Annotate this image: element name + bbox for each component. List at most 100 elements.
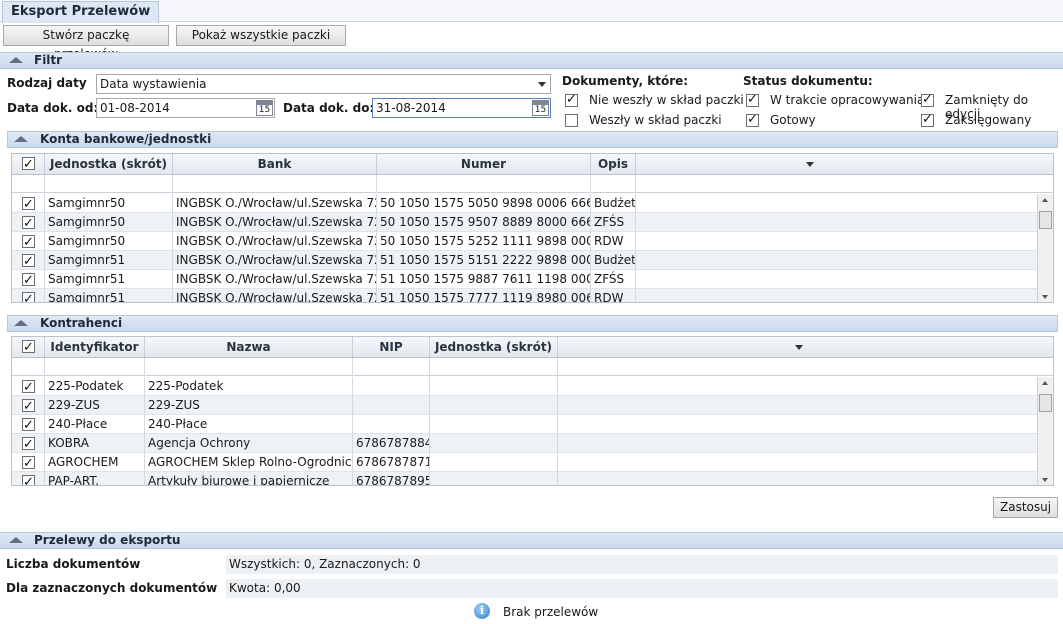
cell-nip: 6786787871 bbox=[353, 453, 430, 472]
collapse-icon[interactable] bbox=[9, 537, 23, 543]
table-row[interactable]: KOBRAAgencja Ochrony6786787884 bbox=[12, 434, 1038, 453]
column-header-name[interactable]: Nazwa bbox=[145, 337, 353, 357]
table-row[interactable]: Samgimnr51INGBSK O./Wrocław/ul.Szewska 7… bbox=[12, 270, 1038, 289]
column-header-number[interactable]: Numer bbox=[377, 154, 591, 174]
scroll-down-icon[interactable] bbox=[1042, 295, 1048, 299]
row-checkbox[interactable] bbox=[22, 435, 35, 453]
column-header-bank[interactable]: Bank bbox=[173, 154, 377, 174]
row-checkbox[interactable] bbox=[22, 252, 35, 270]
table-row[interactable]: Samgimnr51INGBSK O./Wrocław/ul.Szewska 7… bbox=[12, 289, 1038, 302]
filter-cell[interactable] bbox=[591, 175, 636, 193]
contractors-filter-row bbox=[12, 358, 1053, 376]
select-all-checkbox[interactable] bbox=[22, 155, 35, 175]
checkbox-status-in-progress[interactable] bbox=[746, 92, 759, 107]
collapse-icon[interactable] bbox=[14, 136, 28, 142]
table-row[interactable]: 229-ZUS229-ZUS bbox=[12, 396, 1038, 415]
collapse-icon[interactable] bbox=[9, 57, 23, 63]
scroll-down-icon[interactable] bbox=[1042, 478, 1048, 482]
row-checkbox[interactable] bbox=[22, 271, 35, 289]
row-checkbox[interactable] bbox=[22, 397, 35, 415]
cell-name: Artykuły biurowe i papiernicze bbox=[145, 472, 353, 485]
filter-cell bbox=[12, 358, 45, 376]
show-batches-button[interactable]: Pokaż wszystkie paczki bbox=[176, 25, 346, 46]
table-row[interactable]: 225-Podatek225-Podatek bbox=[12, 377, 1038, 396]
scroll-up-icon[interactable] bbox=[1042, 198, 1048, 202]
calendar-icon[interactable]: 15 bbox=[532, 100, 549, 116]
row-checkbox[interactable] bbox=[22, 378, 35, 396]
empty-message: Brak przelewów bbox=[503, 605, 599, 619]
table-row[interactable]: Samgimnr50INGBSK O./Wrocław/ul.Szewska 7… bbox=[12, 213, 1038, 232]
row-checkbox-cell bbox=[12, 377, 45, 396]
filter-cell[interactable] bbox=[45, 175, 173, 193]
cell-unit bbox=[430, 396, 558, 415]
accounts-filter-row bbox=[12, 175, 1053, 193]
scroll-thumb[interactable] bbox=[1039, 211, 1052, 229]
row-checkbox[interactable] bbox=[22, 290, 35, 302]
scroll-thumb[interactable] bbox=[1039, 394, 1052, 412]
table-row[interactable]: Samgimnr50INGBSK O./Wrocław/ul.Szewska 7… bbox=[12, 232, 1038, 251]
cell-name: 225-Podatek bbox=[145, 377, 353, 396]
cell-nip: 6786787895 bbox=[353, 472, 430, 485]
checkbox-status-ready[interactable] bbox=[746, 112, 759, 127]
chevron-down-icon[interactable] bbox=[538, 82, 546, 87]
filter-cell[interactable] bbox=[377, 175, 591, 193]
date-type-select[interactable]: Data wystawienia bbox=[96, 74, 551, 94]
export-panel-header[interactable]: Przelewy do eksportu bbox=[0, 532, 1063, 549]
apply-button[interactable]: Zastosuj bbox=[993, 497, 1058, 518]
row-checkbox[interactable] bbox=[22, 233, 35, 251]
row-checkbox[interactable] bbox=[22, 454, 35, 472]
accounts-scrollbar[interactable] bbox=[1037, 194, 1053, 302]
column-menu-icon[interactable] bbox=[795, 345, 803, 350]
filter-cell[interactable] bbox=[353, 358, 430, 376]
cell-desc: Budżet bbox=[591, 251, 636, 270]
tab-bar bbox=[0, 0, 1063, 22]
table-row[interactable]: PAP-ART.Artykuły biurowe i papiernicze67… bbox=[12, 472, 1038, 485]
column-header-nip[interactable]: NIP bbox=[353, 337, 430, 357]
checkbox-status-posted[interactable] bbox=[921, 112, 934, 127]
row-checkbox[interactable] bbox=[22, 416, 35, 434]
cell-number: 50 1050 1575 9507 8889 8000 6666 bbox=[377, 213, 591, 232]
date-from-input[interactable]: 01-08-2014 15 bbox=[96, 98, 275, 118]
table-row[interactable]: AGROCHEMAGROCHEM Sklep Rolno-Ogrodniczy6… bbox=[12, 453, 1038, 472]
filter-cell[interactable] bbox=[173, 175, 377, 193]
row-checkbox[interactable] bbox=[22, 473, 35, 485]
filter-cell[interactable] bbox=[145, 358, 353, 376]
column-header-unit[interactable]: Jednostka (skrót) bbox=[45, 154, 173, 174]
scroll-up-icon[interactable] bbox=[1042, 381, 1048, 385]
row-checkbox-cell bbox=[12, 213, 45, 232]
checkbox-status-closed[interactable] bbox=[921, 92, 934, 107]
column-menu-icon[interactable] bbox=[806, 162, 814, 167]
calendar-icon[interactable]: 15 bbox=[256, 100, 273, 116]
accounts-panel-header[interactable]: Konta bankowe/jednostki bbox=[7, 131, 1058, 148]
contractors-panel-header[interactable]: Kontrahenci bbox=[7, 315, 1058, 332]
table-row[interactable]: 240-Płace240-Płace bbox=[12, 415, 1038, 434]
cell-id: KOBRA bbox=[45, 434, 145, 453]
documents-label: Dokumenty, które: bbox=[562, 74, 689, 88]
checkbox-in-batch[interactable] bbox=[565, 114, 578, 127]
row-checkbox[interactable] bbox=[22, 195, 35, 213]
column-header-desc[interactable]: Opis bbox=[591, 154, 636, 174]
tab-eksport-przelewow[interactable]: Eksport Przelewów bbox=[2, 1, 160, 23]
table-row[interactable]: Samgimnr50INGBSK O./Wrocław/ul.Szewska 7… bbox=[12, 194, 1038, 213]
cell-nip: 6786787884 bbox=[353, 434, 430, 453]
filter-panel-header[interactable]: Filtr bbox=[0, 52, 1063, 69]
table-row[interactable]: Samgimnr51INGBSK O./Wrocław/ul.Szewska 7… bbox=[12, 251, 1038, 270]
date-to-value: 31-08-2014 bbox=[376, 101, 446, 115]
info-icon: i bbox=[474, 603, 490, 619]
select-all-cell bbox=[12, 337, 45, 358]
column-header-unit[interactable]: Jednostka (skrót) bbox=[430, 337, 558, 357]
collapse-icon[interactable] bbox=[14, 320, 28, 326]
create-batch-button[interactable]: Stwórz paczkę przelewów bbox=[3, 25, 169, 61]
filter-cell[interactable] bbox=[430, 358, 558, 376]
cell-id: 240-Płace bbox=[45, 415, 145, 434]
contractors-scrollbar[interactable] bbox=[1037, 377, 1053, 485]
cell-desc: ZFŚS bbox=[591, 270, 636, 289]
checkbox-not-in-batch[interactable] bbox=[565, 92, 578, 107]
status-label: Status dokumentu: bbox=[743, 74, 873, 88]
filter-cell[interactable] bbox=[45, 358, 145, 376]
column-header-id[interactable]: Identyfikator bbox=[45, 337, 145, 357]
select-all-checkbox[interactable] bbox=[22, 338, 35, 358]
row-checkbox[interactable] bbox=[22, 214, 35, 232]
date-to-input[interactable]: 31-08-2014 15 bbox=[372, 98, 551, 118]
date-type-value: Data wystawienia bbox=[100, 77, 207, 91]
